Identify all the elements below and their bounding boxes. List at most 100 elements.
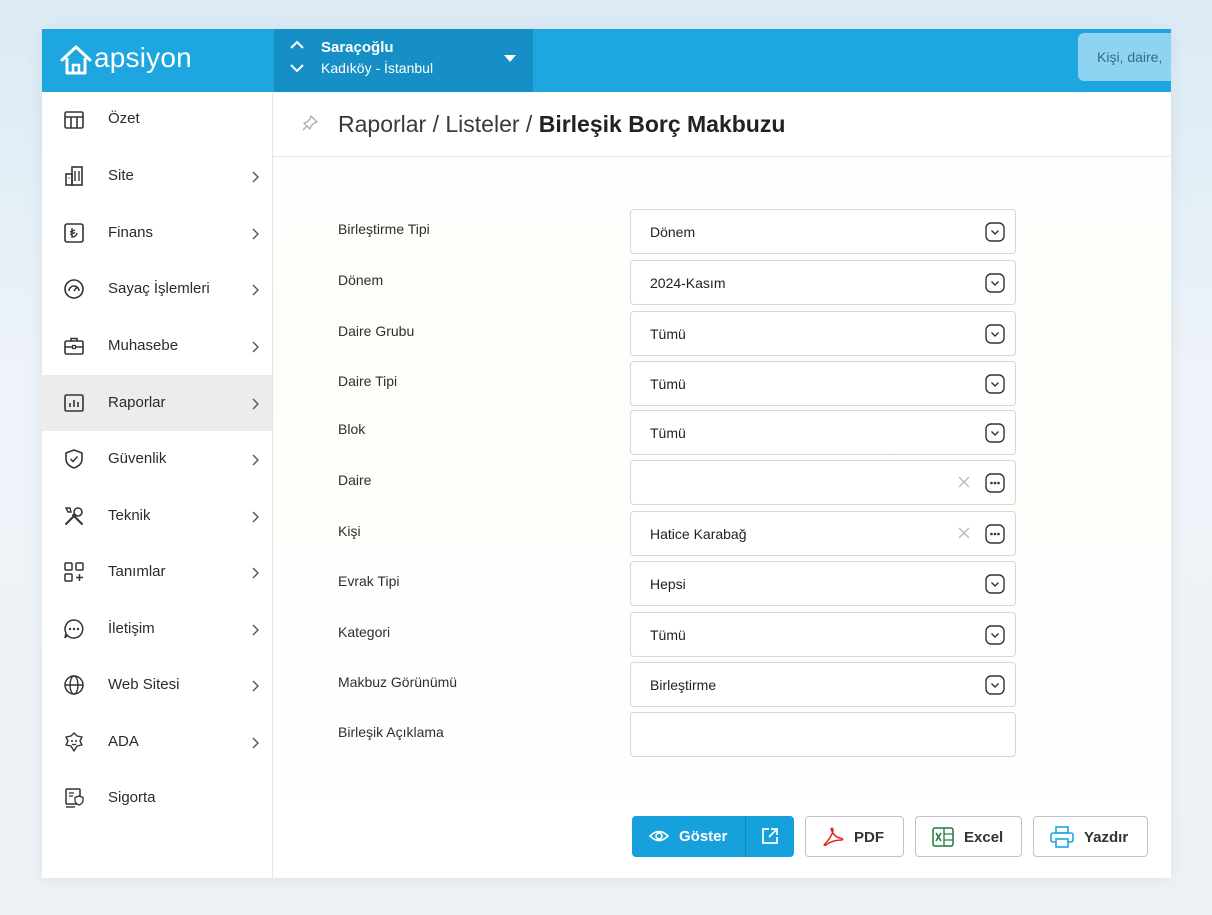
shield-icon bbox=[65, 449, 83, 469]
field-label-blok: Blok bbox=[338, 421, 366, 437]
excel-button-label: Excel bbox=[964, 829, 1004, 846]
print-button-label: Yazdır bbox=[1084, 829, 1129, 846]
sidebar-item-tanimlar[interactable]: Tanımlar bbox=[42, 544, 272, 600]
select-value: Tümü bbox=[650, 326, 686, 342]
chevron-right-icon bbox=[252, 680, 259, 692]
chevron-down-icon[interactable] bbox=[985, 273, 1005, 293]
pdf-button-label: PDF bbox=[854, 829, 884, 846]
chevron-down-icon[interactable] bbox=[985, 222, 1005, 242]
breadcrumb-item-listeler[interactable]: Listeler bbox=[445, 111, 519, 137]
sidebar-item-label: Özet bbox=[108, 110, 140, 127]
building-icon bbox=[65, 166, 83, 186]
breadcrumb: Raporlar / Listeler / Birleşik Borç Makb… bbox=[338, 111, 785, 138]
briefcase-icon bbox=[64, 337, 84, 355]
page-header: Raporlar / Listeler / Birleşik Borç Makb… bbox=[273, 92, 1171, 157]
gauge-icon bbox=[64, 279, 84, 299]
makbuz-gorunumu-select[interactable]: Birleştirme bbox=[630, 662, 1016, 707]
daire-grubu-select[interactable]: Tümü bbox=[630, 311, 1016, 356]
sidebar-item-web-sitesi[interactable]: Web Sitesi bbox=[42, 657, 272, 713]
sidebar: Özet Site Finans Sayaç İşlemleri Muhaseb… bbox=[42, 92, 273, 878]
daire-tipi-select[interactable]: Tümü bbox=[630, 361, 1016, 406]
evrak-tipi-select[interactable]: Hepsi bbox=[630, 561, 1016, 606]
sidebar-item-label: Teknik bbox=[108, 507, 151, 524]
daire-lookup[interactable] bbox=[630, 460, 1016, 505]
main-content: Raporlar / Listeler / Birleşik Borç Makb… bbox=[273, 92, 1171, 878]
sidebar-item-guvenlik[interactable]: Güvenlik bbox=[42, 431, 272, 487]
chevron-down-icon[interactable] bbox=[290, 63, 304, 73]
clear-icon[interactable] bbox=[957, 475, 971, 489]
chevron-down-icon[interactable] bbox=[985, 324, 1005, 344]
select-value: Dönem bbox=[650, 224, 696, 240]
sidebar-item-ozet[interactable]: Özet bbox=[42, 92, 272, 148]
sidebar-item-muhasebe[interactable]: Muhasebe bbox=[42, 318, 272, 374]
sidebar-item-label: Sayaç İşlemleri bbox=[108, 280, 210, 297]
site-switcher[interactable]: Saraçoğlu Kadıköy - İstanbul bbox=[274, 29, 533, 92]
sidebar-item-sigorta[interactable]: Sigorta bbox=[42, 770, 272, 826]
caret-down-icon[interactable] bbox=[504, 55, 516, 63]
globe-icon bbox=[64, 675, 84, 695]
chevron-down-icon[interactable] bbox=[985, 625, 1005, 645]
field-label-birlestirme-tipi: Birleştirme Tipi bbox=[338, 221, 430, 237]
printer-icon bbox=[1050, 826, 1074, 848]
pdf-button[interactable]: PDF bbox=[805, 816, 904, 857]
breadcrumb-item-raporlar[interactable]: Raporlar bbox=[338, 111, 426, 137]
field-label-daire-tipi: Daire Tipi bbox=[338, 373, 398, 389]
field-label-birlesik-aciklama: Birleşik Açıklama bbox=[338, 724, 444, 740]
chevron-down-icon[interactable] bbox=[985, 423, 1005, 443]
field-label-makbuz-gorunumu: Makbuz Görünümü bbox=[338, 674, 458, 690]
chevron-right-icon bbox=[252, 228, 259, 240]
sidebar-item-label: Web Sitesi bbox=[108, 676, 180, 693]
sidebar-item-label: Finans bbox=[108, 224, 154, 241]
site-name: Saraçoğlu bbox=[321, 39, 394, 56]
chevron-right-icon bbox=[252, 624, 259, 636]
sidebar-item-label: İletişim bbox=[108, 620, 155, 637]
show-button[interactable]: Göster bbox=[632, 816, 746, 857]
sidebar-item-label: Site bbox=[108, 167, 134, 184]
sidebar-item-label: Sigorta bbox=[108, 789, 156, 806]
more-options-icon[interactable] bbox=[985, 524, 1005, 544]
chevron-down-icon[interactable] bbox=[985, 574, 1005, 594]
page-title: Birleşik Borç Makbuzu bbox=[538, 111, 786, 137]
chevron-up-icon[interactable] bbox=[290, 40, 304, 50]
logo-text: apsiyon bbox=[94, 42, 192, 73]
birlesik-aciklama-input[interactable] bbox=[630, 712, 1016, 757]
sidebar-item-raporlar[interactable]: Raporlar bbox=[42, 375, 272, 431]
select-value: 2024-Kasım bbox=[650, 275, 726, 291]
logo[interactable]: apsiyon bbox=[42, 29, 273, 92]
field-label-daire: Daire bbox=[338, 472, 372, 488]
search-input[interactable] bbox=[1078, 33, 1171, 81]
kisi-lookup[interactable]: Hatice Karabağ bbox=[630, 511, 1016, 556]
sidebar-item-ada[interactable]: ADA bbox=[42, 714, 272, 770]
birlestirme-tipi-select[interactable]: Dönem bbox=[630, 209, 1016, 254]
select-value: Birleştirme bbox=[650, 677, 717, 693]
chevron-right-icon bbox=[252, 171, 259, 183]
print-button[interactable]: Yazdır bbox=[1033, 816, 1148, 857]
field-label-kisi: Kişi bbox=[338, 523, 361, 539]
sidebar-item-teknik[interactable]: Teknik bbox=[42, 488, 272, 544]
clear-icon[interactable] bbox=[957, 526, 971, 540]
select-value: Hepsi bbox=[650, 576, 686, 592]
sidebar-item-site[interactable]: Site bbox=[42, 148, 272, 204]
excel-button[interactable]: Excel bbox=[915, 816, 1022, 857]
pin-icon[interactable] bbox=[301, 114, 319, 132]
select-value: Tümü bbox=[650, 627, 686, 643]
sidebar-item-sayac-islemleri[interactable]: Sayaç İşlemleri bbox=[42, 261, 272, 317]
app-window: apsiyon Saraçoğlu Kadıköy - İstanbul Kiş… bbox=[42, 29, 1171, 878]
external-link-icon bbox=[762, 828, 778, 844]
tools-icon bbox=[64, 507, 83, 525]
lookup-value: Hatice Karabağ bbox=[650, 526, 747, 542]
sidebar-item-label: Tanımlar bbox=[108, 563, 166, 580]
select-value: Tümü bbox=[650, 376, 686, 392]
donem-select[interactable]: 2024-Kasım bbox=[630, 260, 1016, 305]
chevron-down-icon[interactable] bbox=[985, 675, 1005, 695]
open-new-window-button[interactable] bbox=[745, 816, 794, 857]
more-options-icon[interactable] bbox=[985, 473, 1005, 493]
chevron-down-icon[interactable] bbox=[985, 374, 1005, 394]
show-button-label: Göster bbox=[679, 828, 728, 845]
sidebar-item-label: ADA bbox=[108, 733, 139, 750]
sidebar-item-iletisim[interactable]: İletişim bbox=[42, 601, 272, 657]
lira-icon bbox=[64, 223, 84, 243]
blok-select[interactable]: Tümü bbox=[630, 410, 1016, 455]
sidebar-item-finans[interactable]: Finans bbox=[42, 205, 272, 261]
kategori-select[interactable]: Tümü bbox=[630, 612, 1016, 657]
